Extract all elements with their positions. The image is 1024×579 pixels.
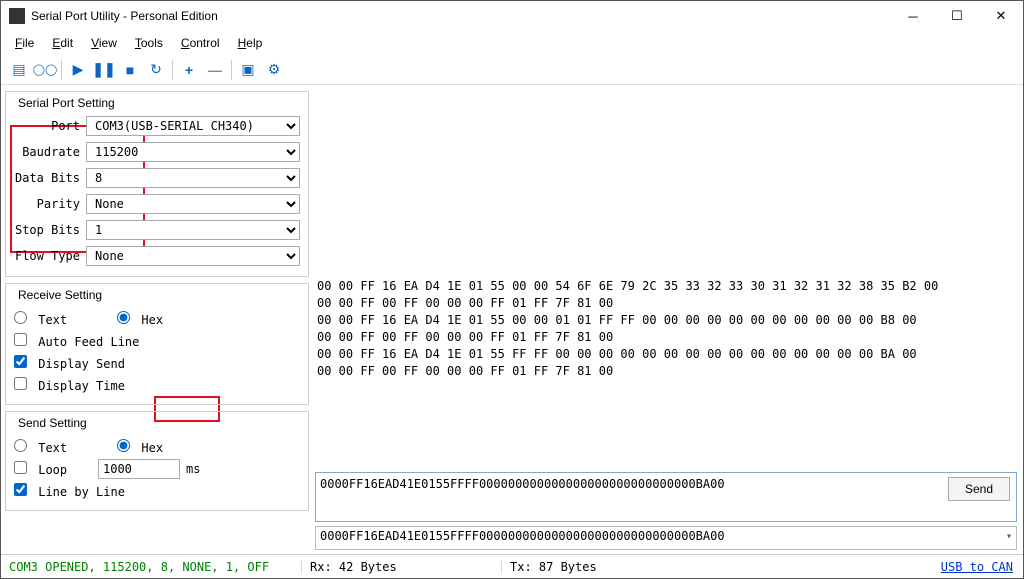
remove-icon[interactable]: — [203, 58, 227, 82]
group-send: Send Setting Text Hex Loop ms Line by Li… [5, 411, 309, 511]
select-baudrate[interactable]: 115200 [86, 142, 300, 162]
label-baudrate: Baudrate [14, 145, 86, 159]
check-loop[interactable]: Loop [14, 461, 92, 477]
select-port[interactable]: COM3(USB-SERIAL CH340) [86, 116, 300, 136]
input-loop-ms[interactable] [98, 459, 180, 479]
select-parity[interactable]: None [86, 194, 300, 214]
select-flowtype[interactable]: None [86, 246, 300, 266]
stop-icon[interactable]: ■ [118, 58, 142, 82]
check-linebyline[interactable]: Line by Line [14, 483, 125, 499]
menu-file[interactable]: File [7, 34, 42, 52]
group-receive-title: Receive Setting [14, 288, 300, 302]
label-ms: ms [186, 462, 200, 476]
minimize-button[interactable]: ─ [891, 1, 935, 31]
add-icon[interactable]: + [177, 58, 201, 82]
menu-tools[interactable]: Tools [127, 34, 171, 52]
label-stopbits: Stop Bits [14, 223, 86, 237]
send-box: 0000FF16EAD41E0155FFFF000000000000000000… [315, 472, 1017, 522]
label-databits: Data Bits [14, 171, 86, 185]
app-icon [9, 8, 25, 24]
label-flowtype: Flow Type [14, 249, 86, 263]
check-displaysend[interactable]: Display Send [14, 355, 125, 371]
toolbar: ▤ ◯◯ ▶ ❚❚ ■ ↻ + — ▣ ⚙ [1, 55, 1023, 85]
send-history[interactable]: 0000FF16EAD41E0155FFFF000000000000000000… [315, 526, 1017, 550]
check-displaytime[interactable]: Display Time [14, 377, 125, 393]
menu-edit[interactable]: Edit [44, 34, 81, 52]
log-output[interactable]: 1 2 3 00 00 FF 16 EA D4 1E 01 55 00 00 5… [315, 89, 1017, 468]
close-button[interactable]: ✕ [979, 1, 1023, 31]
reload-icon[interactable]: ↻ [144, 58, 168, 82]
window-icon[interactable]: ▣ [236, 58, 260, 82]
menu-view[interactable]: View [83, 34, 125, 52]
select-databits[interactable]: 8 [86, 168, 300, 188]
record-icon[interactable]: ◯◯ [33, 58, 57, 82]
radio-rx-text[interactable]: Text [14, 311, 67, 327]
window-title: Serial Port Utility - Personal Edition [31, 9, 891, 23]
status-bar: COM3 OPENED, 115200, 8, NONE, 1, OFF Rx:… [1, 554, 1023, 578]
check-autofeed[interactable]: Auto Feed Line [14, 333, 139, 349]
status-tx: Tx: 87 Bytes [501, 560, 701, 574]
status-link[interactable]: USB to CAN [931, 560, 1023, 574]
group-serial-title: Serial Port Setting [14, 96, 300, 110]
maximize-button[interactable]: ☐ [935, 1, 979, 31]
status-connection: COM3 OPENED, 115200, 8, NONE, 1, OFF [1, 560, 301, 574]
left-panel: Serial Port Setting Port COM3(USB-SERIAL… [1, 85, 313, 554]
radio-tx-hex[interactable]: Hex [117, 439, 163, 455]
play-icon[interactable]: ▶ [66, 58, 90, 82]
select-stopbits[interactable]: 1 [86, 220, 300, 240]
pause-icon[interactable]: ❚❚ [92, 58, 116, 82]
send-button[interactable]: Send [948, 477, 1010, 501]
new-icon[interactable]: ▤ [7, 58, 31, 82]
right-panel: 1 2 3 00 00 FF 16 EA D4 1E 01 55 00 00 5… [313, 85, 1023, 554]
radio-tx-text[interactable]: Text [14, 439, 67, 455]
group-serial: Serial Port Setting Port COM3(USB-SERIAL… [5, 91, 309, 277]
menu-help[interactable]: Help [230, 34, 271, 52]
label-port: Port [14, 119, 86, 133]
radio-rx-hex[interactable]: Hex [117, 311, 163, 327]
group-send-title: Send Setting [14, 416, 300, 430]
chevron-down-icon[interactable]: ▾ [1006, 531, 1012, 542]
status-rx: Rx: 42 Bytes [301, 560, 501, 574]
menu-control[interactable]: Control [173, 34, 228, 52]
menu-bar: File Edit View Tools Control Help [1, 31, 1023, 55]
send-input[interactable]: 0000FF16EAD41E0155FFFF000000000000000000… [316, 473, 942, 521]
group-receive: Receive Setting Text Hex Auto Feed Line … [5, 283, 309, 405]
gear-icon[interactable]: ⚙ [262, 58, 286, 82]
label-parity: Parity [14, 197, 86, 211]
title-bar: Serial Port Utility - Personal Edition ─… [1, 1, 1023, 31]
